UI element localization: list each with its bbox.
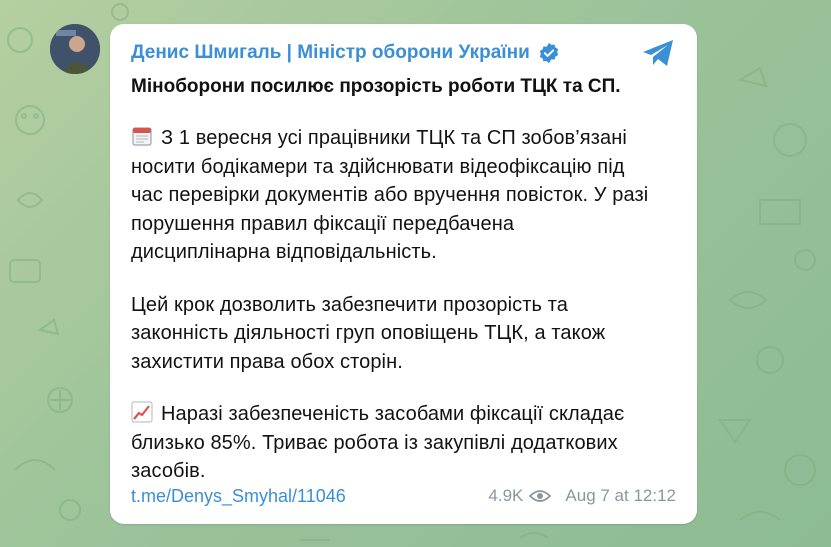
- channel-avatar[interactable]: [50, 24, 100, 74]
- paragraph-1-line-4: порушення правил фіксації передбачена: [131, 212, 515, 235]
- paragraph-3: Наразі забезпеченість засобами фіксації …: [131, 400, 677, 486]
- telegram-share-icon[interactable]: [641, 38, 675, 68]
- paragraph-2: Цей крок дозволить забезпечити прозоріст…: [131, 291, 677, 377]
- person-photo-icon: [50, 24, 100, 74]
- paragraph-1-line-2: носити бодікамери та здійснювати відеофі…: [131, 155, 625, 178]
- calendar-icon: [132, 127, 152, 146]
- post-title: Міноборони посилює прозорість роботи ТЦК…: [131, 76, 621, 97]
- paragraph-1-line-5: дисциплінарна відповідальність.: [131, 241, 437, 263]
- paragraph-1: З 1 вересня усі працівники ТЦК та СП зоб…: [131, 124, 677, 267]
- paragraph-1-line-3: час перевірки документів або вручення по…: [131, 184, 649, 206]
- paragraph-1-text: З 1 вересня усі працівники ТЦК та СП зоб…: [161, 127, 627, 149]
- paragraph-3-line-2: близько 85%. Триває робота із закупівлі …: [131, 431, 618, 454]
- paragraph-3-line-1: Наразі забезпеченість засобами фіксації …: [131, 400, 677, 429]
- message-header: Денис Шмигаль | Міністр оборони України: [131, 38, 677, 68]
- message-footer: t.me/Denys_Smyhal/11046 4.9K Aug 7 at 12…: [131, 484, 676, 508]
- post-link[interactable]: t.me/Denys_Smyhal/11046: [131, 486, 346, 507]
- chart-increasing-icon: [131, 401, 153, 423]
- message-date: Aug 7 at 12:12: [565, 486, 676, 505]
- paragraph-2-line-2: законність діяльності груп оповіщень ТЦК…: [131, 322, 606, 344]
- paragraph-2-line-1: Цей крок дозволить забезпечити прозоріст…: [131, 293, 568, 316]
- message-card: Денис Шмигаль | Міністр оборони України …: [110, 24, 697, 524]
- message-meta: 4.9K Aug 7 at 12:12: [488, 486, 676, 506]
- paragraph-3-text: Наразі забезпеченість засобами фіксації …: [161, 403, 625, 425]
- view-count: 4.9K: [488, 486, 524, 505]
- channel-name[interactable]: Денис Шмигаль | Міністр оборони України: [131, 42, 530, 64]
- paragraph-2-line-3: захистити права обох сторін.: [131, 350, 403, 373]
- verified-badge-icon: [539, 42, 558, 64]
- paragraph-3-line-3: засобів.: [131, 460, 206, 482]
- paragraph-1-line-1: З 1 вересня усі працівники ТЦК та СП зоб…: [131, 124, 677, 153]
- eye-icon: [529, 490, 552, 502]
